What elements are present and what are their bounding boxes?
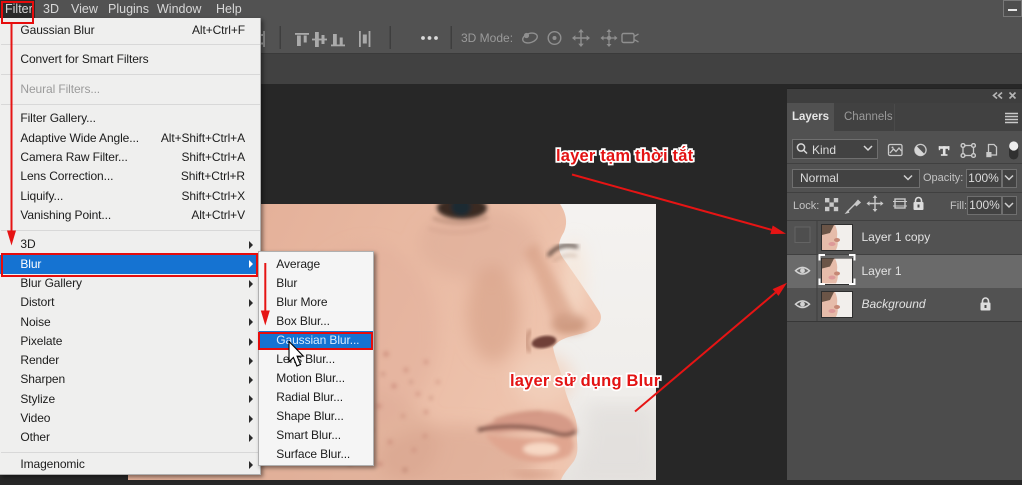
svg-text:3D Mode:: 3D Mode: <box>461 31 513 45</box>
